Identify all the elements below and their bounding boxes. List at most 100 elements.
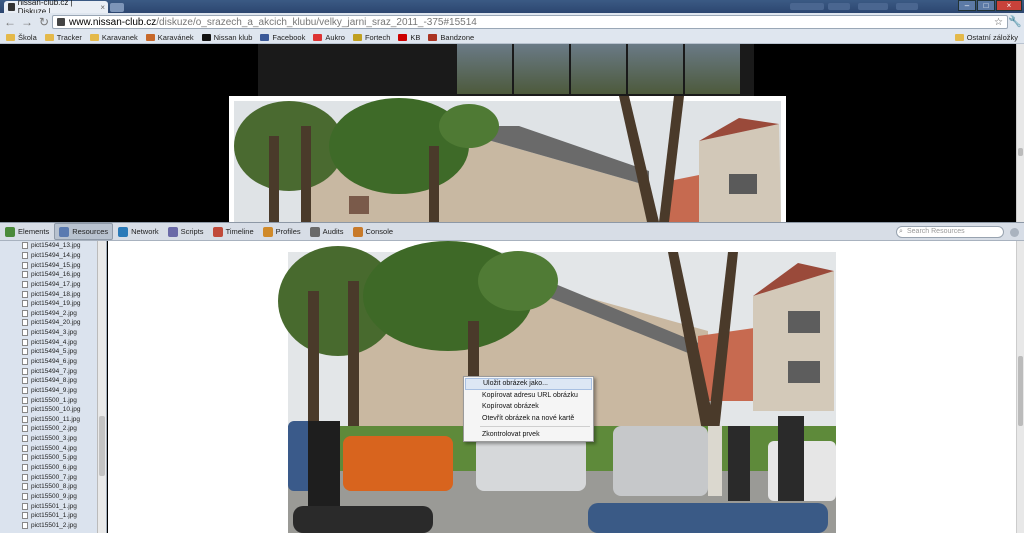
resource-file-item[interactable]: pict15494_9.jpg	[22, 386, 81, 396]
bookmark-item[interactable]: Aukro	[313, 33, 345, 42]
resource-file-item[interactable]: pict15494_13.jpg	[22, 241, 81, 251]
image-file-icon	[22, 406, 28, 414]
thumbnail[interactable]	[457, 44, 512, 94]
resource-file-item[interactable]: pict15494_15.jpg	[22, 260, 81, 270]
bookmark-item[interactable]: Škola	[6, 33, 37, 42]
resource-file-item[interactable]: pict15494_7.jpg	[22, 366, 81, 376]
resource-file-name: pict15500_3.jpg	[31, 435, 77, 443]
resource-file-item[interactable]: pict15500_7.jpg	[22, 472, 81, 482]
bookmark-item[interactable]: Karavanek	[89, 33, 138, 42]
page-scrollbar[interactable]	[1016, 44, 1024, 222]
resource-file-item[interactable]: pict15500_11.jpg	[22, 415, 81, 425]
image-file-icon	[22, 251, 28, 259]
bookmark-item[interactable]: Fortech	[352, 33, 390, 42]
resource-file-item[interactable]: pict15501_1.jpg	[22, 501, 81, 511]
maximize-button[interactable]: □	[977, 0, 995, 11]
tab-close-icon[interactable]: ×	[100, 3, 105, 12]
close-window-button[interactable]: ×	[996, 0, 1022, 11]
resource-file-item[interactable]: pict15494_17.jpg	[22, 280, 81, 290]
thumbnail[interactable]	[628, 44, 683, 94]
new-tab-button[interactable]	[110, 3, 124, 12]
copy-image-item[interactable]: Kopírovat obrázek	[465, 401, 592, 413]
resource-file-name: pict15494_8.jpg	[31, 377, 77, 385]
minimize-button[interactable]: –	[958, 0, 976, 11]
resource-file-item[interactable]: pict15501_1.jpg	[22, 511, 81, 521]
page-scroll-thumb[interactable]	[1018, 148, 1023, 156]
resource-file-name: pict15500_10.jpg	[31, 406, 81, 414]
resource-file-item[interactable]: pict15494_16.jpg	[22, 270, 81, 280]
resource-file-item[interactable]: pict15494_4.jpg	[22, 337, 81, 347]
window-title-ghost	[858, 3, 888, 10]
resource-file-item[interactable]: pict15500_6.jpg	[22, 463, 81, 473]
resource-file-item[interactable]: pict15494_2.jpg	[22, 308, 81, 318]
forward-arrow-icon[interactable]: →	[20, 15, 34, 29]
thumbnail[interactable]	[571, 44, 626, 94]
resource-file-item[interactable]: pict15501_2.jpg	[22, 521, 81, 531]
resource-file-item[interactable]: pict15500_10.jpg	[22, 405, 81, 415]
reload-icon[interactable]: ↻	[37, 15, 51, 29]
image-file-icon	[22, 348, 28, 356]
back-arrow-icon[interactable]: ←	[3, 15, 17, 29]
resource-file-item[interactable]: pict15500_4.jpg	[22, 443, 81, 453]
bookmark-item[interactable]: Nissan klub	[201, 33, 252, 42]
bookmark-item[interactable]: Karavánek	[145, 33, 194, 42]
image-file-icon	[22, 512, 28, 520]
open-image-new-tab-item[interactable]: Otevřít obrázek na nové kartě	[465, 413, 592, 425]
inspect-element-item[interactable]: Zkontrolovat prvek	[465, 429, 592, 441]
resource-file-item[interactable]: pict15500_1.jpg	[22, 395, 81, 405]
elements-icon	[5, 226, 15, 237]
wrench-menu-icon[interactable]: 🔧	[1008, 15, 1022, 29]
copy-image-url-item[interactable]: Kopírovat adresu URL obrázku	[465, 390, 592, 402]
resource-file-item[interactable]: pict15494_8.jpg	[22, 376, 81, 386]
resource-file-item[interactable]: pict15494_19.jpg	[22, 299, 81, 309]
image-file-icon	[22, 290, 28, 298]
devtools-tab-timeline[interactable]: Timeline	[209, 223, 258, 240]
devtools-tab-elements[interactable]: Elements	[1, 223, 53, 240]
resource-file-item[interactable]: pict15494_20.jpg	[22, 318, 81, 328]
bookmark-item[interactable]: KB	[398, 33, 420, 42]
resource-file-item[interactable]: pict15500_3.jpg	[22, 434, 81, 444]
devtools-tab-console[interactable]: Console	[349, 223, 398, 240]
other-bookmarks-folder[interactable]: Ostatní záložky	[954, 33, 1018, 42]
devtools-tab-audits[interactable]: Audits	[306, 223, 348, 240]
devtools-tab-network[interactable]: Network	[114, 223, 163, 240]
address-bar[interactable]: www.nissan-club.cz /diskuze/o_srazech_a_…	[52, 15, 1008, 29]
resource-file-item[interactable]: pict15494_5.jpg	[22, 347, 81, 357]
resource-file-item[interactable]: pict15500_9.jpg	[22, 492, 81, 502]
bookmark-item[interactable]: Facebook	[260, 33, 305, 42]
resource-file-item[interactable]: pict15500_2.jpg	[22, 424, 81, 434]
devtools-tab-resources[interactable]: Resources	[54, 223, 114, 240]
devtools-tab-profiles[interactable]: Profiles	[259, 223, 305, 240]
save-image-as-item[interactable]: Uložit obrázek jako...	[465, 378, 592, 390]
window-controls: – □ ×	[958, 0, 1022, 11]
search-resources-input[interactable]: Search Resources	[896, 226, 1004, 238]
devtools-tab-scripts[interactable]: Scripts	[164, 223, 208, 240]
resource-file-item[interactable]: pict15494_6.jpg	[22, 357, 81, 367]
bookmark-item[interactable]: Tracker	[44, 32, 82, 42]
bookmark-star-icon[interactable]: ☆	[994, 17, 1003, 28]
resource-file-item[interactable]: pict15494_3.jpg	[22, 328, 81, 338]
site-icon	[57, 18, 65, 26]
photo-image	[234, 96, 781, 222]
bookmark-item[interactable]: Bandzone	[428, 33, 474, 42]
dock-icon[interactable]	[1010, 228, 1019, 237]
thumbnail[interactable]	[514, 44, 569, 94]
console-icon	[352, 226, 363, 237]
resource-file-item[interactable]: pict15494_18.jpg	[22, 289, 81, 299]
resource-file-name: pict15501_1.jpg	[31, 512, 77, 520]
preview-scrollbar[interactable]	[1016, 241, 1024, 533]
resource-file-item[interactable]: pict15500_8.jpg	[22, 482, 81, 492]
sidebar-scrollbar[interactable]	[97, 241, 106, 533]
photo-thumbnails	[457, 44, 740, 94]
image-file-icon	[22, 483, 28, 491]
preview-scroll-thumb[interactable]	[1018, 356, 1023, 426]
page-photo[interactable]	[229, 96, 786, 222]
resource-file-item[interactable]: pict15494_14.jpg	[22, 251, 81, 261]
site-icon	[313, 33, 323, 41]
bookmark-label: Škola	[18, 32, 37, 42]
thumbnail[interactable]	[685, 44, 740, 94]
browser-tab[interactable]: nissan-club.cz | Diskuze | ... ×	[4, 0, 108, 16]
bookmark-label: Tracker	[56, 32, 82, 42]
sidebar-scroll-thumb[interactable]	[99, 416, 105, 476]
resource-file-item[interactable]: pict15500_5.jpg	[22, 453, 81, 463]
